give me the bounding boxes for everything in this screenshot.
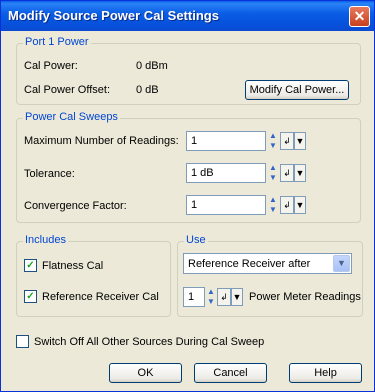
title-bar[interactable]: Modify Source Power Cal Settings ✕ bbox=[1, 1, 374, 31]
power-meter-readings-label: Power Meter Readings bbox=[249, 291, 361, 303]
cal-power-offset-label: Cal Power Offset: bbox=[24, 84, 110, 96]
spin-up-icon[interactable]: ▲ bbox=[268, 195, 278, 205]
close-button[interactable]: ✕ bbox=[349, 6, 370, 27]
keypad-icon[interactable]: ↲ bbox=[217, 288, 231, 306]
spin-up-icon[interactable]: ▲ bbox=[268, 131, 278, 141]
spin-down-icon[interactable]: ▼ bbox=[268, 173, 278, 183]
reference-receiver-cal-label: Reference Receiver Cal bbox=[42, 291, 159, 303]
dropdown-arrow-icon[interactable]: ▼ bbox=[294, 196, 306, 214]
modify-cal-power-button[interactable]: Modify Cal Power... bbox=[245, 80, 349, 100]
tolerance-spinner[interactable]: ▲ ▼ bbox=[268, 163, 278, 183]
convergence-factor-label: Convergence Factor: bbox=[24, 200, 127, 212]
cancel-button[interactable]: Cancel bbox=[194, 363, 267, 383]
spin-down-icon[interactable]: ▼ bbox=[206, 297, 216, 307]
cal-power-value: 0 dBm bbox=[136, 60, 168, 72]
flatness-cal-label: Flatness Cal bbox=[42, 260, 104, 272]
spin-down-icon[interactable]: ▼ bbox=[268, 141, 278, 151]
max-readings-input[interactable]: 1 bbox=[186, 131, 266, 151]
dropdown-arrow-icon[interactable]: ▼ bbox=[231, 288, 243, 306]
flatness-cal-checkbox[interactable]: ✓ bbox=[24, 259, 37, 272]
cal-power-offset-value: 0 dB bbox=[136, 84, 159, 96]
switch-off-sources-checkbox[interactable] bbox=[16, 335, 29, 348]
power-cal-sweeps-legend: Power Cal Sweeps bbox=[23, 111, 120, 123]
spin-up-icon[interactable]: ▲ bbox=[206, 287, 216, 297]
chevron-down-icon[interactable]: ▼ bbox=[333, 255, 350, 272]
keypad-icon[interactable]: ↲ bbox=[280, 196, 294, 214]
convergence-factor-spinner[interactable]: ▲ ▼ bbox=[268, 195, 278, 215]
cal-power-label: Cal Power: bbox=[24, 60, 78, 72]
includes-group: Includes bbox=[16, 234, 171, 317]
tolerance-input[interactable]: 1 dB bbox=[186, 163, 266, 183]
reference-receiver-cal-checkbox[interactable]: ✓ bbox=[24, 290, 37, 303]
keypad-icon[interactable]: ↲ bbox=[280, 164, 294, 182]
use-mode-selected-value: Reference Receiver after bbox=[188, 258, 311, 270]
port1-power-legend: Port 1 Power bbox=[23, 36, 91, 48]
power-meter-readings-input[interactable]: 1 bbox=[183, 287, 205, 307]
includes-legend: Includes bbox=[23, 234, 68, 246]
window-title: Modify Source Power Cal Settings bbox=[8, 8, 219, 23]
help-button[interactable]: Help bbox=[289, 363, 362, 383]
tolerance-label: Tolerance: bbox=[24, 168, 75, 180]
dropdown-arrow-icon[interactable]: ▼ bbox=[294, 132, 306, 150]
max-readings-spinner[interactable]: ▲ ▼ bbox=[268, 131, 278, 151]
power-meter-readings-spinner[interactable]: ▲ ▼ bbox=[206, 287, 216, 307]
keypad-icon[interactable]: ↲ bbox=[280, 132, 294, 150]
ok-button[interactable]: OK bbox=[109, 363, 182, 383]
use-mode-select[interactable]: Reference Receiver after ▼ bbox=[183, 253, 352, 274]
max-readings-label: Maximum Number of Readings: bbox=[24, 135, 179, 147]
dropdown-arrow-icon[interactable]: ▼ bbox=[294, 164, 306, 182]
dialog-window: Modify Source Power Cal Settings ✕ Port … bbox=[0, 0, 375, 392]
convergence-factor-input[interactable]: 1 bbox=[186, 195, 266, 215]
switch-off-sources-label: Switch Off All Other Sources During Cal … bbox=[34, 336, 265, 348]
spin-down-icon[interactable]: ▼ bbox=[268, 205, 278, 215]
spin-up-icon[interactable]: ▲ bbox=[268, 163, 278, 173]
use-legend: Use bbox=[184, 234, 208, 246]
